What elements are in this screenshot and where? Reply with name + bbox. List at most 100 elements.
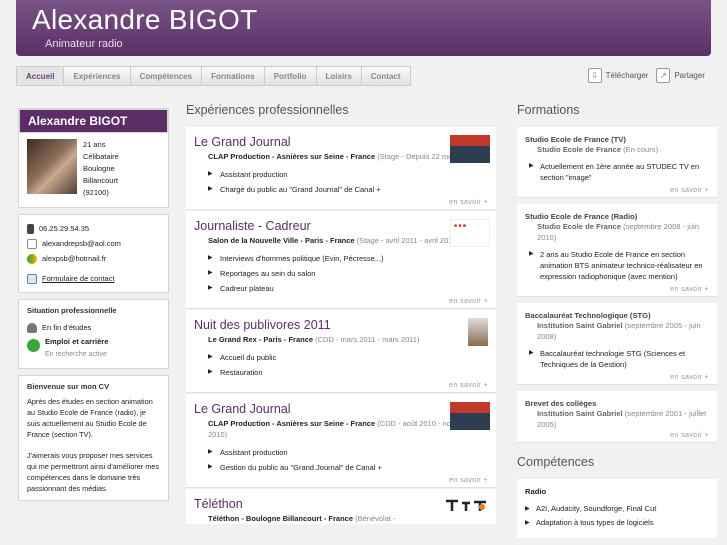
grand-journal-logo xyxy=(450,402,490,430)
welcome-card: Bienvenue sur mon CV Après des études en… xyxy=(18,375,169,501)
more-link[interactable]: en savoir + xyxy=(194,296,488,308)
job-title[interactable]: Le Grand Journal xyxy=(194,135,488,149)
job-title: Emploi et carrière xyxy=(45,337,109,346)
profile-body: 21 ans Célibataire Boulogne Billancourt … xyxy=(19,133,168,207)
formation-details: 2 ans au Studio Ecole de France en secti… xyxy=(525,249,709,282)
job-company: Téléthon - Boulogne Billancourt - France… xyxy=(194,513,488,524)
nav-accueil[interactable]: Accueil xyxy=(16,66,65,86)
nav-loisirs[interactable]: Loisirs xyxy=(316,66,362,86)
welcome-title: Bienvenue sur mon CV xyxy=(27,382,110,391)
header-banner: Alexandre BIGOT Animateur radio xyxy=(16,0,711,56)
formation-entry: Studio Ecole de France (Radio) Studio Ec… xyxy=(517,204,717,297)
share-icon: ↗ xyxy=(656,68,671,83)
formation-inst-name: Institution Saint Gabriel xyxy=(537,321,623,330)
status-text: En fin d'études xyxy=(42,323,92,332)
profile-name: Alexandre BIGOT xyxy=(19,109,168,133)
job-meta: (CDD - mars 2011 - mars 2011) xyxy=(315,335,420,344)
job-tasks: Assistant production Chargé du public au… xyxy=(194,167,488,197)
formation-meta: (En cours) xyxy=(623,145,659,154)
grand-journal-logo xyxy=(450,135,490,163)
job-title[interactable]: Journaliste - Cadreur xyxy=(194,219,488,233)
job-task: Interviews d'hommes politique (Evin, Péc… xyxy=(208,251,488,266)
job-entry: Le Grand Journal CLAP Production - Asniè… xyxy=(186,394,496,488)
more-link[interactable]: en savoir + xyxy=(525,372,709,384)
formation-institution: Institution Saint Gabriel (septembre 200… xyxy=(525,320,709,342)
job-task: Gestion du public au "Grand Journal" de … xyxy=(208,460,488,475)
formation-detail: Baccalauréat technologie STG (Sciences e… xyxy=(529,348,709,370)
left-column: Alexandre BIGOT 21 ans Célibataire Boulo… xyxy=(18,108,169,507)
email-aol[interactable]: alexandrepsb@aol.com xyxy=(42,236,121,251)
nav-portfolio[interactable]: Portfolio xyxy=(264,66,317,86)
job-row: Emploi et carrière En recherche active xyxy=(27,337,160,362)
job-task: Assistant production xyxy=(208,167,488,182)
formation-entry: Brevet des collèges Institution Saint Ga… xyxy=(517,391,717,443)
site-title: Alexandre BIGOT xyxy=(32,4,258,35)
more-link[interactable]: en savoir + xyxy=(525,185,709,197)
nav-competences[interactable]: Compétences xyxy=(130,66,203,86)
formation-title[interactable]: Brevet des collèges xyxy=(525,399,709,408)
status-ok-icon xyxy=(27,339,40,352)
job-title[interactable]: Le Grand Journal xyxy=(194,402,488,416)
email-row: alexandrepsb@aol.com xyxy=(27,236,160,251)
job-company: CLAP Production - Asnières sur Seine - F… xyxy=(194,418,488,440)
nav-experiences[interactable]: Expériences xyxy=(64,66,131,86)
job-entry: ■ ■ ■ Journaliste - Cadreur Salon de la … xyxy=(186,211,496,309)
formation-inst-name: Institution Saint Gabriel xyxy=(537,409,623,418)
competence-list: A2I, Audacity, Soundforge, Final Cut Ada… xyxy=(525,502,709,530)
more-link[interactable]: en savoir + xyxy=(194,197,488,209)
download-button[interactable]: ⇩ Télécharger xyxy=(587,68,649,83)
job-tasks: Assistant production Gestion du public a… xyxy=(194,445,488,475)
welcome-paragraph-2: J'aimerais vous proposer mes services qu… xyxy=(27,451,159,493)
profile-line: Célibataire xyxy=(83,152,119,161)
contact-form-link[interactable]: Formulaire de contact xyxy=(42,271,115,286)
job-title[interactable]: Nuit des publivores 2011 xyxy=(194,318,488,332)
phone-icon xyxy=(27,223,34,234)
user-icon xyxy=(27,322,37,333)
telethon-logo xyxy=(442,497,492,513)
mail-icon xyxy=(27,238,37,249)
formation-title[interactable]: Studio Ecole de France (Radio) xyxy=(525,212,709,221)
download-icon: ⇩ xyxy=(587,68,602,83)
job-task: Chargé du public au "Grand Journal" de C… xyxy=(208,182,488,197)
job-company-name: Salon de la Nouvelle Ville - Paris - Fra… xyxy=(208,236,355,245)
profile-line: (92100) xyxy=(83,188,109,197)
more-link[interactable]: en savoir + xyxy=(525,284,709,296)
more-link[interactable]: en savoir + xyxy=(525,430,709,442)
toolbar: ⇩ Télécharger ↗ Partager xyxy=(587,68,705,83)
formation-title[interactable]: Baccalauréat Technologique (STG) xyxy=(525,311,709,320)
job-task: Assistant production xyxy=(208,445,488,460)
phone-row: 06.25.29.54.35 xyxy=(27,221,160,236)
job-entry: Téléthon Téléthon - Boulogne Billancourt… xyxy=(186,489,496,524)
formations-title: Formations xyxy=(517,103,580,117)
formation-title[interactable]: Studio Ecole de France (TV) xyxy=(525,135,709,144)
formation-detail: Actuellement en 1ère année au STUDEC TV … xyxy=(529,161,709,183)
email-hotmail[interactable]: alexpsb@hotmail.fr xyxy=(42,251,106,266)
job-entry: Le Grand Journal CLAP Production - Asniè… xyxy=(186,127,496,210)
publivores-logo xyxy=(468,318,488,346)
profile-info: 21 ans Célibataire Boulogne Billancourt … xyxy=(83,139,119,199)
welcome-paragraph-1: Après des études en section animation au… xyxy=(27,397,153,439)
site-subtitle: Animateur radio xyxy=(45,38,123,50)
job-task: Restauration xyxy=(208,365,488,380)
status-row: En fin d'études xyxy=(27,320,160,335)
competences-title: Compétences xyxy=(517,455,595,469)
job-company-name: Téléthon - Boulogne Billancourt - France xyxy=(208,514,354,523)
competences-card: Radio A2I, Audacity, Soundforge, Final C… xyxy=(517,479,717,538)
more-link[interactable]: en savoir + xyxy=(194,475,488,487)
formation-detail: 2 ans au Studio Ecole de France en secti… xyxy=(529,249,709,282)
nav-formations[interactable]: Formations xyxy=(202,66,265,86)
competence-item: A2I, Audacity, Soundforge, Final Cut xyxy=(525,502,709,516)
download-label: Télécharger xyxy=(605,71,649,80)
situation-card: Situation professionnelle En fin d'étude… xyxy=(18,299,169,369)
formations-column: Formations Studio Ecole de France (TV) S… xyxy=(517,103,717,538)
job-tasks: Accueil du public Restauration xyxy=(194,350,488,380)
nav-contact[interactable]: Contact xyxy=(361,66,411,86)
formation-inst-name: Studio Ecole de France xyxy=(537,222,621,231)
share-button[interactable]: ↗ Partager xyxy=(656,68,705,83)
form-icon xyxy=(27,273,37,284)
more-link[interactable]: en savoir + xyxy=(194,380,488,392)
profile-line: 21 ans xyxy=(83,140,106,149)
salon-logo: ■ ■ ■ xyxy=(450,219,490,247)
job-meta: (Stage - avril 2011 - avril 2011) xyxy=(356,236,459,245)
job-meta: (Bénévolat - xyxy=(355,514,396,523)
